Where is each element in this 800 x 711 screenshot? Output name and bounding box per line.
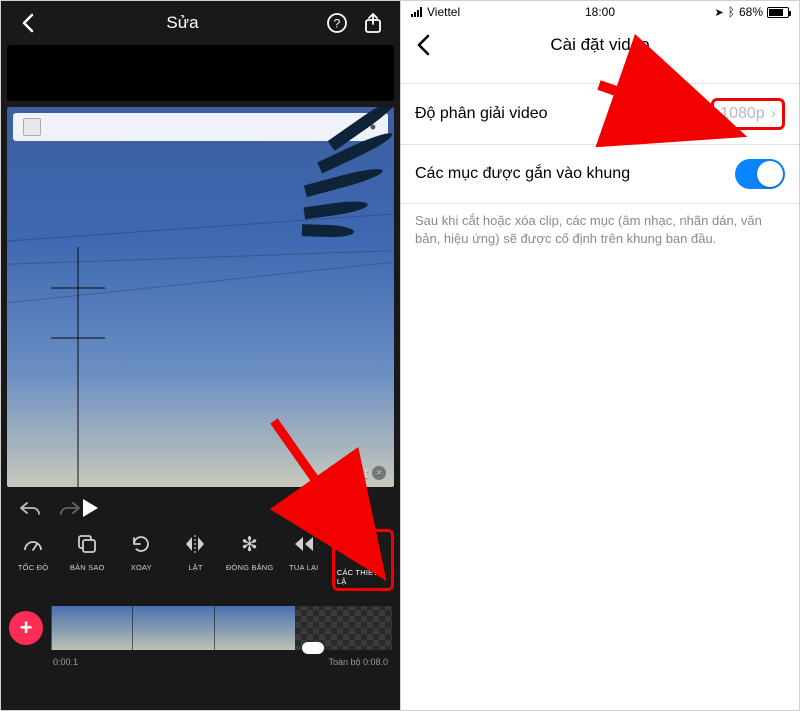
snowflake-icon: ✻ — [235, 529, 265, 559]
inshot-watermark[interactable]: InShOt× — [324, 465, 386, 481]
status-bar: Viettel 18:00 ➤ ᛒ 68% — [401, 1, 799, 23]
time-start: 0:00.1 — [53, 657, 78, 667]
share-icon[interactable] — [360, 10, 386, 36]
anchor-description: Sau khi cắt hoặc xóa clip, các mục (âm n… — [401, 204, 799, 247]
timecodes: 0:00.1 Toàn bộ 0:08.0 — [1, 655, 400, 673]
anchor-toggle[interactable] — [735, 159, 785, 189]
rewind-icon — [289, 529, 319, 559]
anchor-label: Các mục được gắn vào khung — [415, 165, 630, 183]
chevron-right-icon: › — [771, 105, 776, 123]
rotate-icon — [126, 529, 156, 559]
video-preview[interactable]: ••• InShOt× — [7, 107, 394, 487]
ad-placeholder — [7, 45, 394, 101]
status-time: 18:00 — [401, 5, 799, 19]
redo-icon[interactable] — [59, 501, 81, 515]
nav-bar: Cài đặt video — [401, 23, 799, 67]
tool-copy[interactable]: BẢN SAO — [61, 529, 113, 572]
tool-flip[interactable]: LẬT — [169, 529, 221, 572]
speedometer-icon — [18, 529, 48, 559]
editor-topbar: Sửa ? — [1, 1, 400, 45]
row-video-resolution[interactable]: Độ phân giải video 1080p › — [401, 83, 799, 145]
tool-rotate[interactable]: XOAY — [115, 529, 167, 572]
battery-icon — [767, 7, 789, 18]
time-total: Toàn bộ 0:08.0 — [328, 657, 388, 667]
copy-icon — [72, 529, 102, 559]
tool-speed[interactable]: TỐC ĐỘ — [7, 529, 59, 572]
close-icon[interactable]: × — [372, 466, 386, 480]
tool-settings[interactable]: CÁC THIẾT LẬ — [332, 529, 394, 591]
play-button[interactable] — [81, 498, 322, 518]
timeline[interactable]: + — [1, 595, 400, 655]
resolution-value: 1080p — [720, 105, 765, 123]
tool-strip: TỐC ĐỘ BẢN SAO XOAY LẬT ✻ ĐÓNG BĂNG TUA … — [1, 529, 400, 595]
help-icon[interactable]: ? — [324, 10, 350, 36]
overlay-thumb-icon — [23, 118, 41, 136]
tool-reverse[interactable]: TUA LẠI — [278, 529, 330, 572]
undo-icon[interactable] — [19, 501, 41, 515]
nav-title: Cài đặt video — [401, 35, 799, 55]
timeline-clips[interactable] — [51, 606, 392, 650]
editor-title: Sửa — [41, 13, 324, 33]
play-controls — [1, 487, 400, 529]
settings-screen: Viettel 18:00 ➤ ᛒ 68% Cài đặt video Độ p… — [400, 1, 799, 710]
clip-handle[interactable] — [302, 642, 324, 654]
back-icon[interactable] — [15, 10, 41, 36]
clip-frame[interactable] — [132, 606, 213, 650]
clip-frame[interactable] — [51, 606, 132, 650]
editor-screen: Sửa ? ••• InShOt× — [1, 1, 400, 710]
clip-frame[interactable] — [214, 606, 295, 650]
tool-freeze[interactable]: ✻ ĐÓNG BĂNG — [224, 529, 276, 572]
resolution-value-group[interactable]: 1080p › — [711, 98, 785, 130]
flip-icon — [180, 529, 210, 559]
resolution-label: Độ phân giải video — [415, 105, 548, 123]
add-clip-button[interactable]: + — [9, 611, 43, 645]
svg-text:?: ? — [334, 17, 341, 31]
row-anchor-frame: Các mục được gắn vào khung — [401, 145, 799, 204]
gear-icon — [348, 534, 378, 564]
